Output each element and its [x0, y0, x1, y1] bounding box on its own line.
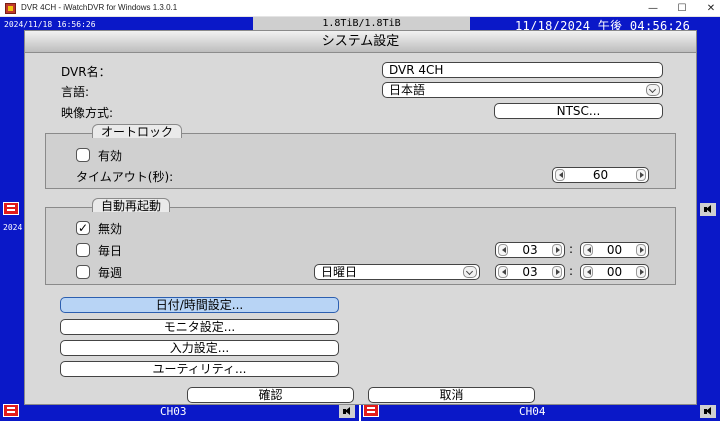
daily-hour-stepper[interactable]: 03 [495, 242, 565, 258]
system-settings-dialog: システム設定 DVR名： DVR 4CH 言語: 日本語 映像方式: NTSC.… [24, 30, 697, 405]
auto-reboot-group: 自動再起動 ✓ 無効 毎日 03 : 00 毎週 日曜日 03 : 00 [45, 198, 676, 285]
close-button[interactable]: ✕ [697, 0, 720, 17]
osd-timestamp-left: 2024/11/18 16:56:26 [4, 20, 96, 29]
autolock-timeout-label: タイムアウト(秒): [76, 170, 174, 184]
maximize-button[interactable]: ☐ [668, 0, 696, 17]
channel-camera-icon [363, 404, 379, 417]
auto-reboot-group-title: 自動再起動 [92, 198, 171, 213]
autolock-enable-label: 有効 [98, 149, 123, 163]
dialog-title: システム設定 [25, 31, 696, 53]
app-icon [5, 3, 16, 14]
utility-button[interactable]: ユーティリティ... [60, 361, 339, 377]
auto-reboot-disabled-label: 無効 [98, 222, 123, 236]
daily-minute-stepper[interactable]: 00 [580, 242, 649, 258]
speaker-icon [700, 405, 716, 418]
channel-camera-icon [3, 404, 19, 417]
osd-side-year: 2024 [3, 223, 23, 232]
weekday-select[interactable]: 日曜日 [314, 264, 480, 280]
weekly-minute-value: 00 [606, 265, 623, 279]
video-format-label: 映像方式: [61, 106, 114, 120]
speaker-icon [700, 203, 716, 216]
decrement-icon[interactable] [498, 244, 508, 256]
channel-camera-icon [3, 202, 19, 215]
decrement-icon[interactable] [583, 244, 593, 256]
autolock-timeout-stepper[interactable]: 60 [552, 167, 649, 183]
time-separator: : [569, 242, 574, 256]
speaker-icon [339, 405, 355, 418]
ok-button[interactable]: 確認 [187, 387, 354, 403]
autolock-group: オートロック 有効 タイムアウト(秒): 60 [45, 124, 676, 189]
decrement-icon[interactable] [555, 169, 565, 181]
cancel-button[interactable]: 取消 [368, 387, 535, 403]
video-format-button[interactable]: NTSC... [494, 103, 663, 119]
auto-reboot-daily-label: 毎日 [98, 244, 123, 258]
chevron-down-icon [463, 266, 477, 278]
autolock-timeout-value: 60 [592, 168, 609, 182]
autolock-enable-checkbox[interactable] [76, 148, 90, 162]
dvr-name-input[interactable]: DVR 4CH [382, 62, 663, 78]
decrement-icon[interactable] [498, 266, 508, 278]
window-title: DVR 4CH - iWatchDVR for Windows 1.3.0.1 [21, 3, 178, 12]
window-titlebar: DVR 4CH - iWatchDVR for Windows 1.3.0.1 … [0, 0, 720, 17]
weekly-hour-stepper[interactable]: 03 [495, 264, 565, 280]
increment-icon[interactable] [552, 266, 562, 278]
channel-label-ch03: CH03 [160, 405, 187, 418]
autolock-group-title: オートロック [92, 124, 183, 139]
chevron-down-icon [646, 84, 660, 96]
daily-minute-value: 00 [606, 243, 623, 257]
language-select[interactable]: 日本語 [382, 82, 663, 98]
minimize-button[interactable]: — [639, 0, 667, 17]
channel-label-ch04: CH04 [519, 405, 546, 418]
decrement-icon[interactable] [583, 266, 593, 278]
auto-reboot-weekly-checkbox[interactable] [76, 265, 90, 279]
time-separator: : [569, 264, 574, 278]
daily-hour-value: 03 [522, 243, 538, 257]
input-settings-button[interactable]: 入力設定... [60, 340, 339, 356]
auto-reboot-disabled-checkbox[interactable]: ✓ [76, 221, 90, 235]
weekly-hour-value: 03 [522, 265, 538, 279]
language-select-value: 日本語 [389, 83, 426, 97]
increment-icon[interactable] [636, 169, 646, 181]
weekday-select-value: 日曜日 [321, 265, 358, 279]
increment-icon[interactable] [636, 266, 646, 278]
weekly-minute-stepper[interactable]: 00 [580, 264, 649, 280]
datetime-settings-button[interactable]: 日付/時間設定... [60, 297, 339, 313]
increment-icon[interactable] [552, 244, 562, 256]
auto-reboot-weekly-label: 毎週 [98, 266, 123, 280]
monitor-settings-button[interactable]: モニタ設定... [60, 319, 339, 335]
dvr-name-label: DVR名： [61, 65, 111, 79]
language-label: 言語: [61, 85, 90, 99]
auto-reboot-daily-checkbox[interactable] [76, 243, 90, 257]
osd-hdd-usage: 1.8TiB/1.8TiB [253, 17, 470, 30]
increment-icon[interactable] [636, 244, 646, 256]
